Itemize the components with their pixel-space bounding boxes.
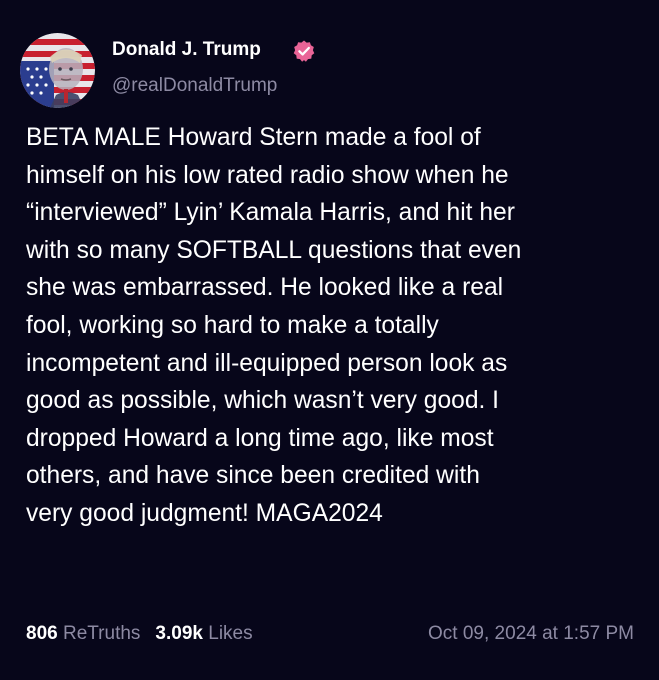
avatar-image — [20, 33, 95, 108]
truth-post-screen: Donald J. Trump @realDonaldTrump BETA MA… — [0, 0, 659, 680]
author-handle[interactable]: @realDonaldTrump — [112, 75, 277, 97]
author-display-name[interactable]: Donald J. Trump — [112, 39, 261, 61]
retruths-count: 806 — [26, 623, 58, 644]
post-body-text: BETA MALE Howard Stern made a fool of hi… — [26, 124, 522, 527]
likes-count: 3.09k — [155, 623, 203, 644]
post-timestamp[interactable]: Oct 09, 2024 at 1:57 PM — [428, 623, 634, 645]
avatar[interactable] — [20, 33, 95, 108]
post-stats: 806 ReTruths 3.09k Likes — [26, 623, 253, 645]
likes-stat[interactable]: 3.09k Likes — [155, 623, 252, 644]
verified-check-badge-icon — [292, 39, 316, 63]
retruths-label: ReTruths — [62, 623, 141, 644]
likes-label: Likes — [208, 623, 253, 644]
retruths-stat[interactable]: 806 ReTruths — [26, 623, 140, 644]
